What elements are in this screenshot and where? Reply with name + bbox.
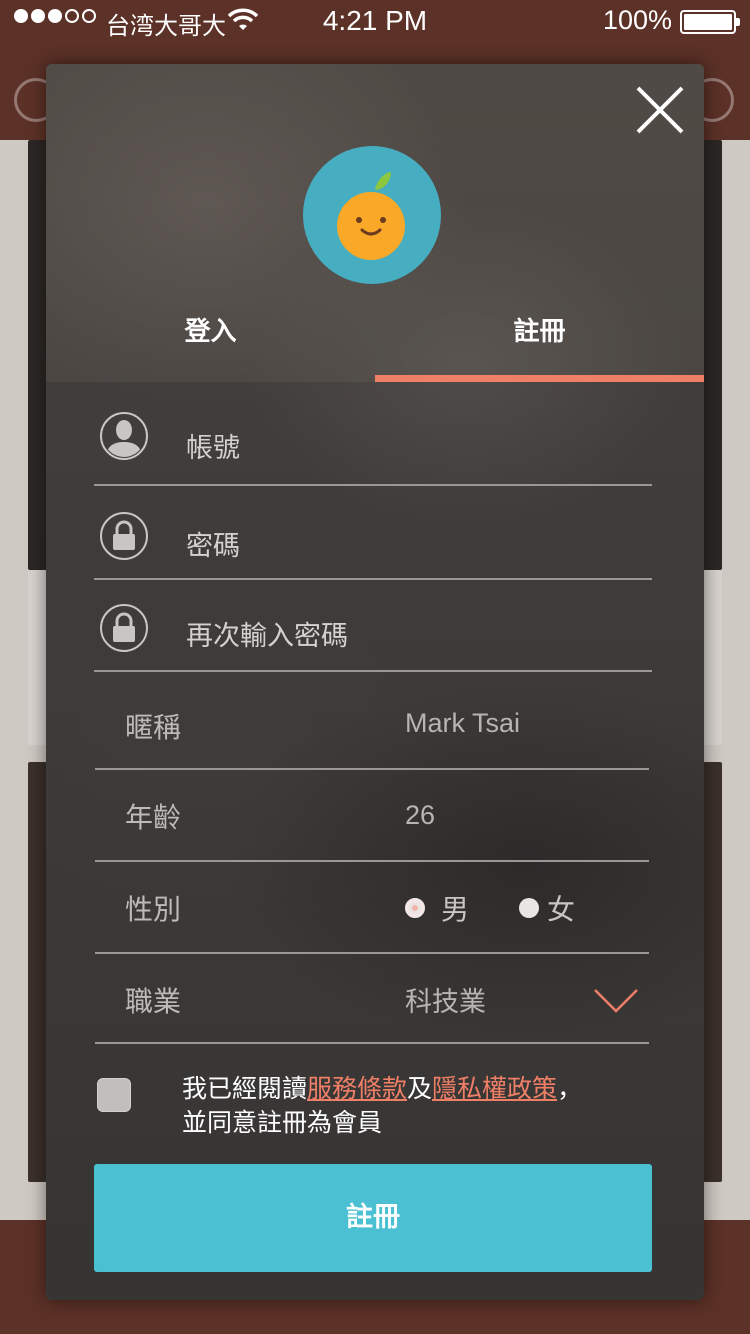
occupation-label: 職業 xyxy=(125,985,182,1018)
confirm-password-placeholder: 再次輸入密碼 xyxy=(186,621,348,652)
gender-option-female[interactable]: 女 xyxy=(519,888,575,928)
account-placeholder: 帳號 xyxy=(186,433,240,464)
gender-row: 性別 男 女 xyxy=(95,862,649,954)
tab-register-label: 註冊 xyxy=(513,317,566,347)
occupation-select-value[interactable]: 科技業 xyxy=(405,980,486,1019)
close-icon[interactable] xyxy=(634,84,686,136)
tab-login-label: 登入 xyxy=(184,317,237,347)
radio-unselected-icon xyxy=(519,898,539,918)
password-placeholder: 密碼 xyxy=(186,531,240,562)
lock-icon xyxy=(100,604,148,652)
radio-selected-icon xyxy=(405,898,425,918)
occupation-row[interactable]: 職業 科技業 xyxy=(95,954,649,1044)
privacy-policy-link[interactable]: 隱私權政策 xyxy=(432,1074,557,1103)
status-bar: 台湾大哥大 4:21 PM 100% xyxy=(0,0,750,42)
gender-option-male-label: 男 xyxy=(441,893,470,926)
register-button-label: 註冊 xyxy=(346,1202,400,1233)
active-tab-indicator xyxy=(375,375,704,382)
user-icon xyxy=(100,412,148,460)
battery-icon xyxy=(680,10,740,34)
agreement-line2: 並同意註冊為會員 xyxy=(182,1108,383,1137)
age-label: 年齡 xyxy=(125,801,182,834)
nickname-label: 暱稱 xyxy=(125,711,182,744)
orange-logo xyxy=(303,146,441,284)
age-input[interactable]: 26 xyxy=(405,800,435,831)
chevron-down-icon[interactable] xyxy=(593,988,639,1018)
confirm-password-field[interactable]: 再次輸入密碼 xyxy=(94,580,652,672)
tab-bar: 登入 註冊 xyxy=(46,304,704,382)
lock-icon xyxy=(100,512,148,560)
terms-of-service-link[interactable]: 服務條款 xyxy=(307,1074,407,1103)
gender-option-male[interactable]: 男 xyxy=(405,888,469,928)
tab-login[interactable]: 登入 xyxy=(46,304,375,382)
gender-option-female-label: 女 xyxy=(547,893,576,926)
password-field[interactable]: 密碼 xyxy=(94,486,652,580)
gender-label: 性別 xyxy=(125,893,182,926)
nickname-row: 暱稱 Mark Tsai xyxy=(95,672,649,770)
register-modal: 登入 註冊 帳號 密碼 再次輸入密碼 暱稱 Mark Tsai 年齡 26 性別… xyxy=(46,64,704,1300)
nickname-input[interactable]: Mark Tsai xyxy=(405,708,520,739)
tab-register[interactable]: 註冊 xyxy=(375,304,704,382)
account-field[interactable]: 帳號 xyxy=(94,392,652,486)
agreement-text: 我已經閱讀服務條款及隱私權政策， 並同意註冊為會員 xyxy=(182,1074,583,1137)
agree-checkbox[interactable] xyxy=(97,1078,131,1112)
register-button[interactable]: 註冊 xyxy=(94,1164,652,1272)
age-row: 年齡 26 xyxy=(95,770,649,862)
battery-percentage: 100% xyxy=(602,5,672,35)
